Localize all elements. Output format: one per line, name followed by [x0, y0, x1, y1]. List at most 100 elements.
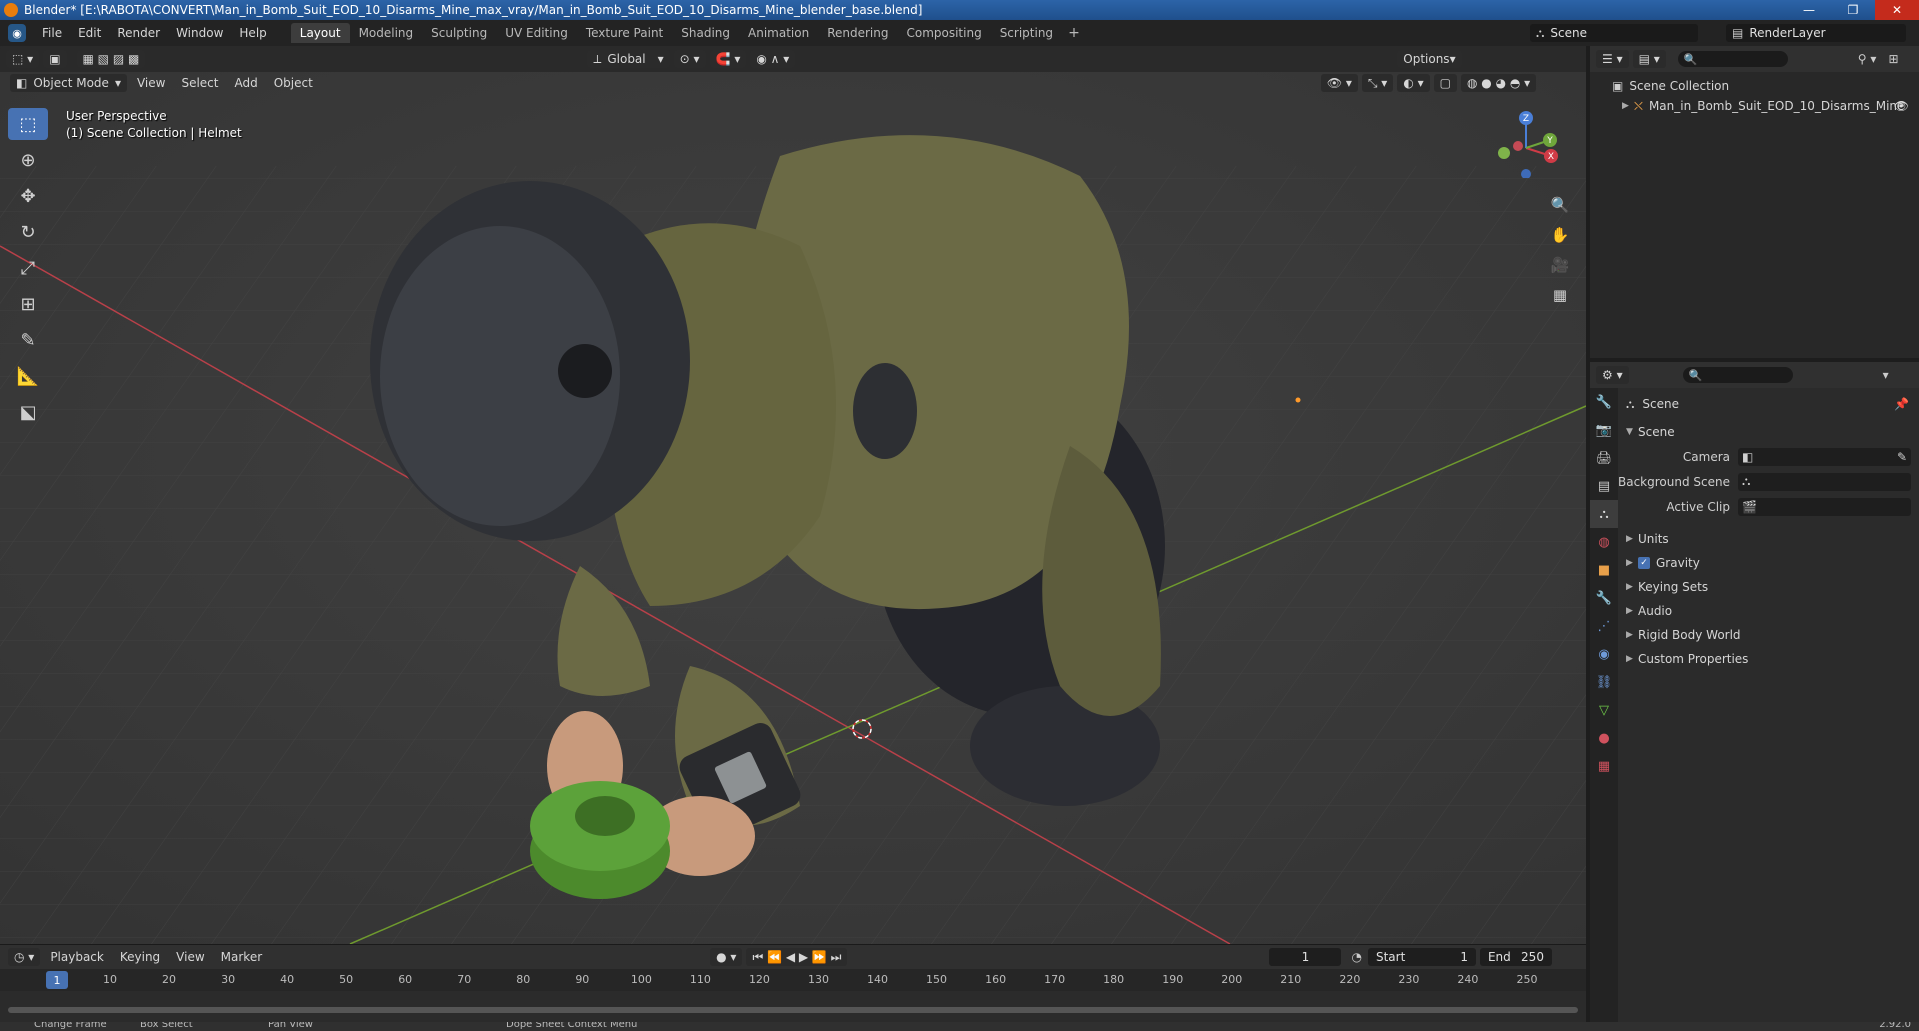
pivot-point-icon[interactable]: ⊙ ▾ — [673, 50, 706, 68]
expand-arrow-icon[interactable]: ▶ — [1626, 630, 1638, 640]
annotate-tool-icon[interactable]: ✎ — [8, 324, 48, 356]
tool-tab-icon[interactable]: 🔧 — [1590, 388, 1618, 416]
scene-selector[interactable]: ⛬ Scene — [1530, 24, 1698, 42]
texture-tab-icon[interactable]: ▦ — [1590, 752, 1618, 780]
3d-viewport[interactable]: ⬚ ▾ ▣ ▦ ▧ ▨ ▩ ⟂ Global ▾ ⊙ ▾ 🧲 ▾ ◉ ∧ ▾ Op… — [0, 46, 1586, 944]
particles-tab-icon[interactable]: ⋰ — [1590, 612, 1618, 640]
tab-sculpting[interactable]: Sculpting — [422, 23, 496, 43]
select-box-tool-icon[interactable]: ⬚ — [8, 108, 48, 140]
gravity-panel[interactable]: ▶ ✓ Gravity — [1618, 551, 1919, 575]
current-frame-field[interactable]: 1 — [1269, 948, 1342, 966]
tab-modeling[interactable]: Modeling — [350, 23, 423, 43]
zoom-icon[interactable]: 🔍 — [1547, 192, 1573, 218]
properties-search-input[interactable]: 🔍 — [1682, 367, 1793, 383]
camera-view-icon[interactable]: 🎥 — [1547, 252, 1573, 278]
object-tab-icon[interactable]: ■ — [1590, 556, 1618, 584]
panel-collapse-icon[interactable]: ▼ — [1626, 427, 1638, 437]
blender-logo-icon[interactable]: ◉ — [8, 24, 26, 42]
expand-arrow-icon[interactable]: ▶ — [1626, 558, 1638, 568]
visibility-icon[interactable]: 👁 ▾ — [1320, 74, 1358, 92]
transform-tool-icon[interactable]: ⊞ — [8, 288, 48, 320]
menu-playback[interactable]: Playback — [42, 950, 112, 964]
xray-toggle-icon[interactable]: ▢ — [1433, 74, 1457, 92]
output-tab-icon[interactable]: 🖨 — [1590, 444, 1618, 472]
tab-compositing[interactable]: Compositing — [897, 23, 990, 43]
timeline-scrollbar[interactable] — [8, 1007, 1578, 1013]
camera-field[interactable]: ◧ ✎ — [1738, 447, 1911, 466]
display-mode-icon[interactable]: ▤ ▾ — [1632, 50, 1666, 68]
ortho-toggle-icon[interactable]: ▦ — [1547, 282, 1573, 308]
outliner-scene-collection[interactable]: ▣ Scene Collection — [1590, 76, 1919, 96]
add-cube-tool-icon[interactable]: ⬕ — [8, 396, 48, 428]
outliner-item[interactable]: ▶ ⛌ Man_in_Bomb_Suit_EOD_10_Disarms_Mine… — [1590, 96, 1919, 116]
view-layer-tab-icon[interactable]: ▤ — [1590, 472, 1618, 500]
gravity-checkbox[interactable]: ✓ — [1638, 557, 1650, 569]
material-tab-icon[interactable]: ● — [1590, 724, 1618, 752]
menu-help[interactable]: Help — [231, 26, 274, 40]
tab-scripting[interactable]: Scripting — [991, 23, 1062, 43]
expand-arrow-icon[interactable]: ▶ — [1626, 534, 1638, 544]
start-frame-field[interactable]: Start 1 — [1367, 948, 1476, 966]
pin-icon[interactable]: 📌 — [1894, 397, 1909, 411]
keying-sets-panel[interactable]: ▶ Keying Sets — [1618, 575, 1919, 599]
units-panel[interactable]: ▶ Units — [1618, 527, 1919, 551]
editor-type-button[interactable]: ⬚ ▾ — [6, 50, 40, 68]
tab-rendering[interactable]: Rendering — [818, 23, 897, 43]
menu-select[interactable]: Select — [173, 76, 226, 90]
timeline-ruler[interactable]: 1102030405060708090100110120130140150160… — [0, 969, 1586, 991]
custom-properties-panel[interactable]: ▶ Custom Properties — [1618, 647, 1919, 671]
select-box-mode-icon[interactable]: ▣ — [43, 50, 67, 68]
transform-orientation-dropdown[interactable]: ⟂ Global ▾ — [587, 50, 670, 68]
expand-arrow-icon[interactable]: ▶ — [1622, 101, 1634, 111]
menu-view[interactable]: View — [129, 76, 173, 90]
active-clip-field[interactable]: 🎬 — [1738, 497, 1911, 516]
mode-dropdown[interactable]: ◧ Object Mode ▾ — [10, 74, 127, 92]
rigid-body-world-panel[interactable]: ▶ Rigid Body World — [1618, 623, 1919, 647]
properties-editor-type-button[interactable]: ⚙ ▾ — [1596, 366, 1629, 384]
visibility-eye-icon[interactable]: 👁 — [1894, 99, 1909, 113]
menu-add[interactable]: Add — [226, 76, 265, 90]
selection-modes-icon[interactable]: ▦ ▧ ▨ ▩ — [76, 50, 146, 68]
view-layer-selector[interactable]: ▤ RenderLayer — [1726, 24, 1906, 42]
tab-texture-paint[interactable]: Texture Paint — [577, 23, 672, 43]
gizmo-toggle-icon[interactable]: ⤡ ▾ — [1361, 74, 1394, 92]
menu-keying[interactable]: Keying — [112, 950, 168, 964]
minimize-button[interactable]: — — [1787, 0, 1831, 20]
outliner-search-input[interactable]: 🔍 — [1677, 51, 1788, 67]
menu-window[interactable]: Window — [168, 26, 231, 40]
snap-icon[interactable]: 🧲 ▾ — [709, 50, 747, 68]
shading-modes-icon[interactable]: ◍ ● ◕ ◓ ▾ — [1461, 74, 1537, 92]
measure-tool-icon[interactable]: 📐 — [8, 360, 48, 392]
tab-uv-editing[interactable]: UV Editing — [496, 23, 577, 43]
menu-timeline-view[interactable]: View — [168, 950, 212, 964]
close-button[interactable]: ✕ — [1875, 0, 1919, 20]
filter-icon[interactable]: ⚲ ▾ — [1858, 52, 1877, 66]
world-tab-icon[interactable]: ◍ — [1590, 528, 1618, 556]
navigation-gizmo[interactable]: Z X Y — [1496, 108, 1566, 178]
menu-object[interactable]: Object — [266, 76, 321, 90]
cursor-tool-icon[interactable]: ⊕ — [8, 144, 48, 176]
expand-arrow-icon[interactable]: ▶ — [1626, 582, 1638, 592]
constraints-tab-icon[interactable]: ⛓ — [1590, 668, 1618, 696]
menu-file[interactable]: File — [34, 26, 70, 40]
outliner-editor-type-button[interactable]: ☰ ▾ — [1596, 50, 1629, 68]
tab-layout[interactable]: Layout — [290, 23, 350, 43]
menu-render[interactable]: Render — [109, 26, 168, 40]
audio-panel[interactable]: ▶ Audio — [1618, 599, 1919, 623]
overlay-toggle-icon[interactable]: ◐ ▾ — [1397, 74, 1430, 92]
playback-controls[interactable]: ⏮ ⏪ ◀ ▶ ⏩ ⏭ — [746, 948, 848, 966]
scene-tab-icon[interactable]: ⛬ — [1590, 500, 1618, 528]
tab-animation[interactable]: Animation — [739, 23, 818, 43]
scale-tool-icon[interactable]: ⤢ — [8, 252, 48, 284]
data-tab-icon[interactable]: ▽ — [1590, 696, 1618, 724]
timeline-editor-type-button[interactable]: ◷ ▾ — [8, 948, 41, 966]
rotate-tool-icon[interactable]: ↻ — [8, 216, 48, 248]
move-tool-icon[interactable]: ✥ — [8, 180, 48, 212]
add-workspace-button[interactable]: + — [1062, 25, 1086, 41]
menu-edit[interactable]: Edit — [70, 26, 109, 40]
tab-shading[interactable]: Shading — [672, 23, 739, 43]
maximize-button[interactable]: ❐ — [1831, 0, 1875, 20]
background-scene-field[interactable]: ⛬ — [1738, 472, 1911, 491]
menu-marker[interactable]: Marker — [213, 950, 270, 964]
proportional-editing-icon[interactable]: ◉ ∧ ▾ — [750, 50, 796, 68]
